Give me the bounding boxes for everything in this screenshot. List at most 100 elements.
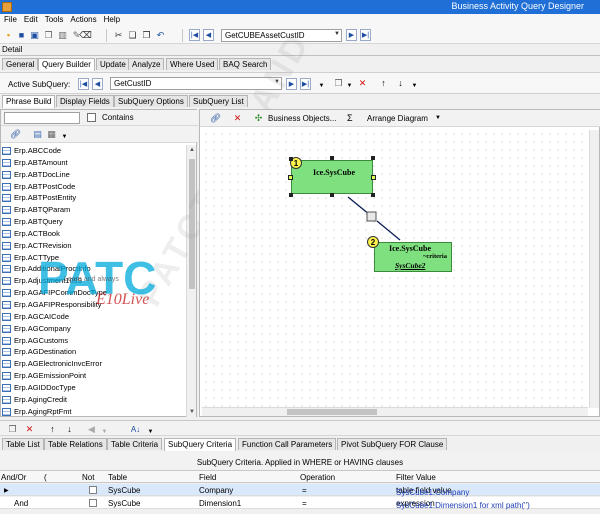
- new-subquery-icon[interactable]: ❐: [333, 78, 344, 89]
- table-list-item[interactable]: Erp.ABTPostCode: [1, 181, 187, 193]
- move-up-icon[interactable]: ↑: [47, 424, 58, 435]
- table-list-item[interactable]: Erp.AGEmissionPoint: [1, 370, 187, 382]
- tab-update[interactable]: Update: [96, 58, 130, 70]
- not-checkbox[interactable]: [89, 486, 97, 494]
- tab-table-relations[interactable]: Table Relations: [44, 438, 107, 450]
- cell-table[interactable]: SysCube: [108, 486, 140, 495]
- relation-joint[interactable]: [366, 211, 377, 222]
- table-list-item[interactable]: Erp.AGIDDocType: [1, 382, 187, 394]
- table-search-input[interactable]: [4, 112, 80, 124]
- paste-icon[interactable]: ❏: [127, 30, 138, 41]
- move-up-icon[interactable]: ↑: [378, 78, 389, 89]
- chevron-down-icon[interactable]: ▼: [316, 80, 327, 91]
- move-down-icon[interactable]: ↓: [64, 424, 75, 435]
- save-icon[interactable]: ■: [16, 30, 27, 41]
- table-node-1[interactable]: Ice.SysCube: [291, 160, 373, 194]
- sigma-button[interactable]: Σ: [347, 113, 353, 123]
- resize-handle[interactable]: [371, 156, 375, 160]
- resize-handle[interactable]: [371, 175, 376, 180]
- first-subquery-button[interactable]: |◀: [78, 78, 89, 90]
- tab-subquery-options[interactable]: SubQuery Options: [114, 95, 188, 107]
- new-icon[interactable]: ▪: [3, 30, 14, 41]
- scroll-up-icon[interactable]: ▲: [188, 146, 196, 154]
- tab-display-fields[interactable]: Display Fields: [56, 95, 114, 107]
- diagram-canvas[interactable]: Ice.SysCube 1 Ice.SysCube ~criteria SysC…: [202, 130, 588, 408]
- undo-icon[interactable]: ↶: [155, 30, 166, 41]
- column-header[interactable]: Table: [108, 473, 127, 482]
- menu-file[interactable]: File: [0, 14, 20, 24]
- table-node-2[interactable]: Ice.SysCube ~criteria SysCube2: [374, 242, 452, 272]
- link-icon[interactable]: 🔗︎: [10, 129, 21, 140]
- tab-pivot-subquery[interactable]: Pivot SubQuery FOR Clause: [337, 438, 448, 450]
- filter-value-link[interactable]: SysCube1.Dimension1 for xml path(''): [396, 501, 530, 510]
- resize-handle[interactable]: [330, 193, 334, 197]
- table-list-item[interactable]: Erp.ABTPostEntity: [1, 192, 187, 204]
- chevron-down-icon[interactable]: ▼: [409, 80, 420, 91]
- cell-operation[interactable]: =: [302, 486, 307, 495]
- delete-subquery-icon[interactable]: ✕: [357, 78, 368, 89]
- tab-query-builder[interactable]: Query Builder: [38, 58, 95, 71]
- column-header[interactable]: Operation: [300, 473, 335, 482]
- column-header[interactable]: Filter Value: [396, 473, 436, 482]
- prev-record-button[interactable]: ◀: [203, 29, 214, 41]
- menu-actions[interactable]: Actions: [66, 14, 99, 24]
- column-header[interactable]: Not: [82, 473, 94, 482]
- filter-value-link[interactable]: SysCube1.Company: [396, 488, 469, 497]
- cell-filter-value[interactable]: SysCube1.Dimension1 for xml path('') exp…: [396, 499, 530, 510]
- business-objects-icon[interactable]: ✣: [253, 113, 264, 124]
- move-down-icon[interactable]: ↓: [395, 78, 406, 89]
- diagram-vertical-scrollbar[interactable]: [589, 130, 599, 408]
- prev-subquery-button[interactable]: ◀: [92, 78, 103, 90]
- table-list-item[interactable]: Erp.ABCCode: [1, 145, 187, 157]
- table-list-item[interactable]: Erp.ABTDocLine: [1, 169, 187, 181]
- resize-handle[interactable]: [371, 193, 375, 197]
- delete-icon[interactable]: ▥: [57, 30, 68, 41]
- menu-edit[interactable]: Edit: [20, 14, 41, 24]
- table-list-item[interactable]: Erp.AgingCredit: [1, 394, 187, 406]
- tab-where-used[interactable]: Where Used: [166, 58, 219, 70]
- copy2-icon[interactable]: ❐: [141, 30, 152, 41]
- contains-checkbox[interactable]: [87, 113, 96, 122]
- cell-filter-value[interactable]: SysCube1.Company table field value: [396, 486, 469, 497]
- table-list-item[interactable]: Erp.AGCustoms: [1, 335, 187, 347]
- chevron-down-icon[interactable]: ▼: [99, 426, 110, 437]
- table-view-icon[interactable]: ▤: [32, 129, 43, 140]
- resize-handle[interactable]: [289, 193, 293, 197]
- criteria-row[interactable]: ▶ SysCube Company = SysCube1.Company tab…: [0, 484, 600, 497]
- cell-andor[interactable]: And: [14, 499, 28, 508]
- save-all-icon[interactable]: ▣: [29, 30, 40, 41]
- chevron-down-icon[interactable]: ▼: [435, 115, 441, 121]
- filter-icon[interactable]: ▦: [46, 129, 57, 140]
- last-subquery-button[interactable]: ▶|: [300, 78, 311, 90]
- column-header[interactable]: And/Or: [1, 473, 26, 482]
- table-node-link[interactable]: SysCube2: [395, 261, 425, 270]
- diagram-horizontal-scrollbar[interactable]: [202, 407, 588, 416]
- resize-handle[interactable]: [289, 157, 293, 161]
- table-list-item[interactable]: Erp.ABTQuery: [1, 216, 187, 228]
- delete-row-icon[interactable]: ✕: [24, 424, 35, 435]
- scroll-down-icon[interactable]: ▼: [188, 408, 196, 416]
- table-list-item[interactable]: Erp.AGCAICode: [1, 311, 187, 323]
- criteria-row[interactable]: And SysCube Dimension1 = SysCube1.Dimens…: [0, 497, 600, 510]
- business-objects-button[interactable]: Business Objects...: [268, 114, 336, 123]
- column-header[interactable]: Field: [199, 473, 216, 482]
- first-record-button[interactable]: |◀: [189, 29, 200, 41]
- column-header[interactable]: (: [44, 473, 47, 482]
- last-record-button[interactable]: ▶|: [360, 29, 371, 41]
- cell-field[interactable]: Company: [199, 486, 233, 495]
- resize-handle[interactable]: [330, 156, 334, 160]
- menu-tools[interactable]: Tools: [41, 14, 67, 24]
- tab-phrase-build[interactable]: Phrase Build: [2, 95, 56, 108]
- table-list-item[interactable]: Erp.ABTAmount: [1, 157, 187, 169]
- table-list-item[interactable]: Erp.AgingRptFmt: [1, 406, 187, 417]
- not-checkbox[interactable]: [89, 499, 97, 507]
- chevron-down-icon[interactable]: ▼: [344, 80, 355, 91]
- cell-field[interactable]: Dimension1: [199, 499, 241, 508]
- link-icon[interactable]: 🔗︎: [210, 113, 221, 124]
- table-list-item[interactable]: Erp.AGDestination: [1, 346, 187, 358]
- cell-table[interactable]: SysCube: [108, 499, 140, 508]
- copy-icon[interactable]: ❐: [43, 30, 54, 41]
- cell-operation[interactable]: =: [302, 499, 307, 508]
- refresh-icon[interactable]: ⌫: [79, 30, 92, 41]
- chevron-down-icon[interactable]: ▼: [59, 131, 70, 142]
